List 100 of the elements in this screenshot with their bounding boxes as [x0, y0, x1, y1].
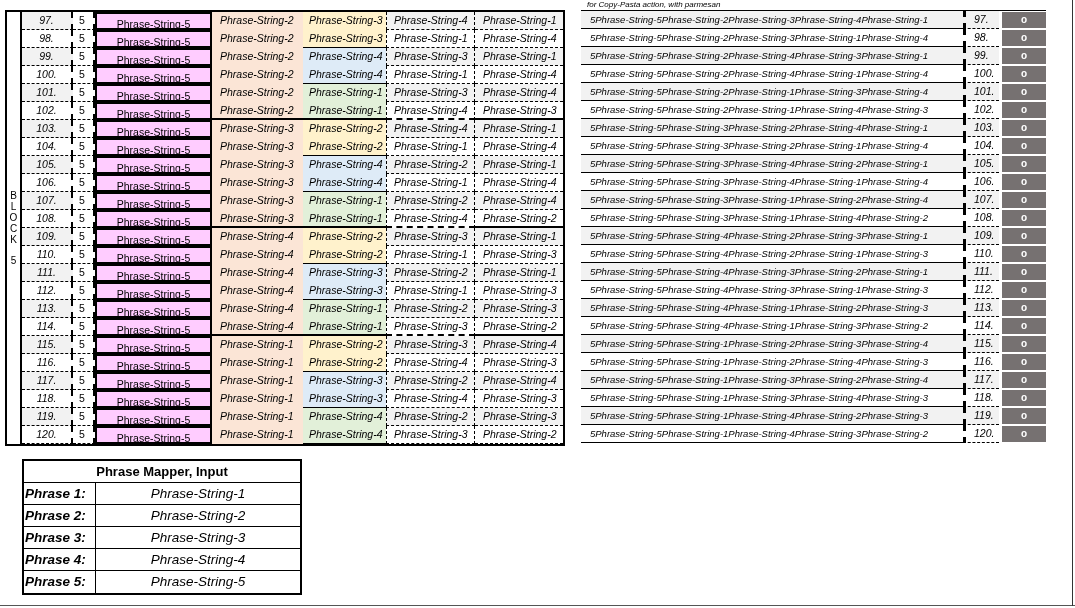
row-button[interactable]: o — [1002, 120, 1046, 136]
concat-cell: 5Phrase-String-5Phrase-String-1Phrase-String-2Phrase-String-3Phrase-String-4 — [581, 335, 963, 353]
row-number: 120. — [963, 425, 999, 443]
phrase-cell: Phrase-String-4 — [303, 426, 386, 444]
mapper-label: Phrase 4: — [24, 549, 96, 570]
phrase-cell: Phrase-String-1 — [386, 282, 475, 300]
note-text: for Copy-Pasta action, with parmesan — [587, 0, 722, 10]
phrase-cell: Phrase-String-3 — [386, 48, 475, 66]
row-number: 105. — [22, 156, 73, 174]
phrase-cell: Phrase-String-3 — [212, 138, 303, 156]
phrase-cell: Phrase-String-2 — [212, 12, 303, 30]
phrase-cell: Phrase-String-4 — [303, 156, 386, 174]
phrase-cell: Phrase-String-3 — [475, 300, 563, 318]
row-button[interactable]: o — [1002, 192, 1046, 208]
row-number: 102. — [963, 101, 999, 119]
row-button[interactable]: o — [1002, 66, 1046, 82]
phrase-cell: Phrase-String-2 — [212, 66, 303, 84]
phrase-cell: Phrase-String-4 — [212, 282, 303, 300]
phrase-cell: Phrase-String-3 — [303, 282, 386, 300]
row-number: 112. — [963, 281, 999, 299]
row-button[interactable]: o — [1002, 372, 1046, 388]
phrase-cell: Phrase-String-1 — [212, 336, 303, 354]
mapper-label: Phrase 3: — [24, 527, 96, 548]
concat-cell: 5Phrase-String-5Phrase-String-1Phrase-String-4Phrase-String-2Phrase-String-3 — [581, 407, 963, 425]
phrase-cell: Phrase-String-3 — [212, 174, 303, 192]
phrase-cell: Phrase-String-1 — [303, 318, 386, 336]
row-button[interactable]: o — [1002, 318, 1046, 334]
row-button[interactable]: o — [1002, 282, 1046, 298]
phrase-cell: Phrase-String-4 — [303, 66, 386, 84]
row-button[interactable]: o — [1002, 408, 1046, 424]
row-number: 119. — [22, 408, 73, 426]
row-number: 99. — [22, 48, 73, 66]
phrase-cell: Phrase-String-5 — [95, 228, 212, 246]
row-number: 109. — [22, 228, 73, 246]
row-button[interactable]: o — [1002, 48, 1046, 64]
row-number: 101. — [963, 83, 999, 101]
row-button[interactable]: o — [1002, 228, 1046, 244]
row-button[interactable]: o — [1002, 12, 1046, 28]
phrase-cell: Phrase-String-3 — [212, 156, 303, 174]
phrase-cell: Phrase-String-4 — [212, 246, 303, 264]
row-button[interactable]: o — [1002, 84, 1046, 100]
phrase-cell: Phrase-String-4 — [303, 408, 386, 426]
row-number: 108. — [22, 210, 73, 228]
phrase-cell: Phrase-String-4 — [212, 228, 303, 246]
phrase-cell: Phrase-String-5 — [95, 84, 212, 102]
row-number: 111. — [22, 264, 73, 282]
row-button[interactable]: o — [1002, 246, 1046, 262]
phrase-cell: Phrase-String-3 — [386, 84, 475, 102]
mapper-value: Phrase-String-4 — [149, 551, 247, 569]
phrase-cell: Phrase-String-1 — [475, 48, 563, 66]
row-number: 106. — [963, 173, 999, 191]
row-number: 103. — [963, 119, 999, 137]
row-button[interactable]: o — [1002, 300, 1046, 316]
phrase-cell: Phrase-String-2 — [303, 120, 386, 138]
row-button[interactable]: o — [1002, 138, 1046, 154]
phrase-cell: Phrase-String-5 — [95, 282, 212, 300]
phrase-cell: Phrase-String-1 — [475, 264, 563, 282]
phrase-cell: Phrase-String-4 — [475, 372, 563, 390]
phrase-cell: Phrase-String-2 — [386, 300, 475, 318]
phrase-cell: Phrase-String-1 — [475, 156, 563, 174]
phrase-cell: Phrase-String-2 — [303, 336, 386, 354]
row-button[interactable]: o — [1002, 210, 1046, 226]
phrase-cell: Phrase-String-5 — [95, 138, 212, 156]
row-number: 102. — [22, 102, 73, 120]
row-number: 97. — [963, 11, 999, 29]
phrase-cell: Phrase-String-5 — [95, 30, 212, 48]
phrase-cell: Phrase-String-5 — [95, 48, 212, 66]
row-button[interactable]: o — [1002, 354, 1046, 370]
phrase-cell: Phrase-String-5 — [95, 300, 212, 318]
phrase-cell: Phrase-String-2 — [303, 228, 386, 246]
block-label-text: BLOCK — [8, 190, 19, 245]
row-number: 115. — [22, 336, 73, 354]
phrase-cell: Phrase-String-4 — [386, 120, 475, 138]
row-button[interactable]: o — [1002, 174, 1046, 190]
row-number: 103. — [22, 120, 73, 138]
phrase-cell: Phrase-String-5 — [95, 246, 212, 264]
phrase-cell: Phrase-String-1 — [212, 372, 303, 390]
phrase-cell: Phrase-String-5 — [95, 408, 212, 426]
phrase-cell: Phrase-String-3 — [303, 30, 386, 48]
phrase-cell: Phrase-String-2 — [212, 102, 303, 120]
row-number: 107. — [22, 192, 73, 210]
row-button[interactable]: o — [1002, 390, 1046, 406]
row-button[interactable]: o — [1002, 102, 1046, 118]
phrase-cell: Phrase-String-5 — [95, 372, 212, 390]
concat-cell: 5Phrase-String-5Phrase-String-3Phrase-String-4Phrase-String-2Phrase-String-1 — [581, 155, 963, 173]
phrase-cell: Phrase-String-1 — [212, 426, 303, 444]
phrase-cell: Phrase-String-4 — [386, 102, 475, 120]
mapper-label: Phrase 5: — [24, 571, 96, 593]
row-button[interactable]: o — [1002, 264, 1046, 280]
phrase-cell: Phrase-String-5 — [95, 102, 212, 120]
phrase-cell: Phrase-String-3 — [303, 390, 386, 408]
row-button[interactable]: o — [1002, 156, 1046, 172]
row-number: 105. — [963, 155, 999, 173]
block-number: 5 — [10, 255, 17, 266]
row-button[interactable]: o — [1002, 336, 1046, 352]
row-number: 104. — [963, 137, 999, 155]
row-button[interactable]: o — [1002, 30, 1046, 46]
phrase-cell: Phrase-String-3 — [386, 336, 475, 354]
row-button[interactable]: o — [1002, 426, 1046, 442]
row-number: 100. — [22, 66, 73, 84]
